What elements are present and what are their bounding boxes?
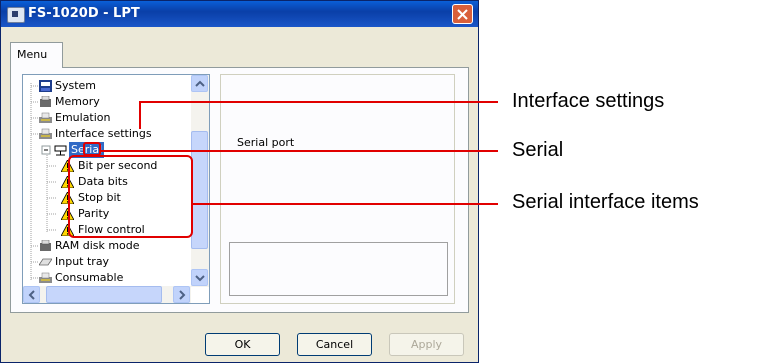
tree-item-label: Memory [55,95,100,108]
callout-serial-interface-items: Serial interface items [512,191,699,213]
chevron-left-icon [28,290,35,300]
scroll-left-button[interactable] [23,286,40,303]
scroll-down-button[interactable] [191,269,208,286]
tree-item-label: RAM disk mode [55,239,140,252]
serial-port-label: Serial port [237,136,295,149]
chevron-right-icon [179,290,186,300]
title-bar[interactable]: FS-1020D - LPT [1,1,478,27]
printer-icon [39,272,52,283]
scroll-right-button[interactable] [173,286,190,303]
callout-interface-settings: Interface settings [512,90,665,112]
description-box [229,242,448,296]
tree-item-label: Emulation [55,111,111,124]
ok-button[interactable]: OK [205,333,280,356]
tree-item-label: Input tray [55,255,110,268]
apply-button[interactable]: Apply [389,333,464,356]
memory-icon [40,96,51,107]
tree-item-label: System [55,79,97,92]
tree-item-label: Consumable [55,271,124,284]
system-icon [39,80,52,92]
chevron-down-icon [195,275,205,282]
printer-icon [39,112,52,123]
tab-menu-label: Menu [17,48,48,61]
callout-serial: Serial [512,139,564,161]
serial-node-highlight [83,142,101,156]
scroll-up-button[interactable] [191,75,208,92]
horizontal-scroll-thumb[interactable] [46,286,162,303]
window-title: FS-1020D - LPT [28,6,140,21]
memory-icon [40,240,51,251]
close-button[interactable] [452,4,473,24]
app-icon [7,7,25,23]
tree-item-label: Interface settings [55,127,152,140]
vertical-scroll-thumb[interactable] [191,131,208,249]
cancel-button[interactable]: Cancel [297,333,372,356]
tab-menu[interactable]: Menu [10,42,63,68]
printer-icon [39,128,52,139]
close-icon [457,9,468,20]
chevron-up-icon [195,80,205,87]
horizontal-scrollbar[interactable] [23,286,191,303]
tray-icon [39,258,52,266]
serial-items-highlight-box [68,155,193,238]
serial-port-icon [54,145,67,156]
vertical-scrollbar[interactable] [191,75,209,287]
